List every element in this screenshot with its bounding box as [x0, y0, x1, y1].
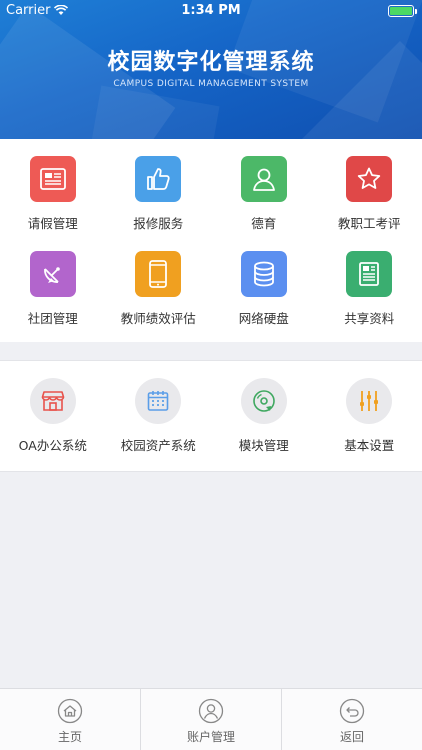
sliders-icon [346, 378, 393, 424]
home-icon [57, 698, 83, 724]
star-icon [346, 156, 393, 202]
satellite-dish-icon [29, 251, 76, 297]
return-icon [339, 698, 365, 724]
network-drive-button[interactable]: 网络硬盘 [211, 251, 317, 327]
status-bar: Carrier 1:34 PM [0, 0, 422, 22]
repair-service-button[interactable]: 报修服务 [106, 156, 212, 232]
database-icon [240, 251, 287, 297]
tab-label: 返回 [339, 730, 364, 744]
disc-icon [240, 378, 287, 424]
tab-label: 账户管理 [186, 730, 235, 744]
leave-management-button[interactable]: 请假管理 [0, 156, 106, 232]
tab-account-management[interactable]: 账户管理 [141, 689, 282, 750]
newspaper-icon [346, 251, 393, 297]
feature-label: 共享资料 [344, 311, 395, 326]
tab-label: 主页 [57, 730, 82, 744]
system-label: 校园资产系统 [120, 438, 196, 453]
module-management-button[interactable]: 模块管理 [211, 378, 317, 454]
shared-documents-button[interactable]: 共享资料 [317, 251, 422, 327]
basic-settings-button[interactable]: 基本设置 [317, 378, 422, 454]
feature-label: 教师绩效评估 [120, 311, 196, 326]
feature-label: 社团管理 [27, 311, 78, 326]
store-icon [29, 378, 76, 424]
clock: 1:34 PM [181, 3, 241, 18]
calendar-icon [135, 378, 182, 424]
leave-form-icon [29, 156, 76, 202]
tab-return[interactable]: 返回 [282, 689, 422, 750]
person-icon [240, 156, 287, 202]
staff-evaluation-button[interactable]: 教职工考评 [317, 156, 422, 232]
moral-education-button[interactable]: 德育 [211, 156, 317, 232]
user-icon [198, 698, 224, 724]
club-management-button[interactable]: 社团管理 [0, 251, 106, 327]
system-label: 模块管理 [238, 438, 289, 453]
battery-icon [388, 5, 417, 17]
feature-label: 网络硬盘 [238, 311, 289, 326]
tab-bar: 主页 账户管理 返回 [0, 688, 422, 750]
feature-label: 请假管理 [27, 216, 78, 231]
feature-label: 德育 [251, 216, 277, 231]
campus-assets-system-button[interactable]: 校园资产系统 [106, 378, 212, 454]
feature-panel: 请假管理 报修服务 德育 教职工考评 社团管理 教师绩效评估 网络硬盘 共享资料 [0, 139, 422, 342]
feature-label: 报修服务 [133, 216, 184, 231]
teacher-performance-button[interactable]: 教师绩效评估 [106, 251, 212, 327]
oa-office-system-button[interactable]: OA办公系统 [0, 378, 106, 454]
page-title: 校园数字化管理系统 [107, 50, 315, 75]
thumbs-up-icon [135, 156, 182, 202]
system-label: 基本设置 [344, 438, 395, 453]
system-panel: OA办公系统 校园资产系统 模块管理 基本设置 [0, 360, 422, 472]
tab-home[interactable]: 主页 [0, 689, 141, 750]
system-label: OA办公系统 [18, 438, 87, 453]
page-subtitle: CAMPUS DIGITAL MANAGEMENT SYSTEM [113, 79, 309, 89]
feature-label: 教职工考评 [337, 216, 401, 231]
phone-icon [135, 251, 182, 297]
header-banner: Carrier 1:34 PM 校园数字化管理系统 CAMPUS DIGITAL… [0, 0, 422, 139]
banner-decoration [80, 85, 220, 139]
